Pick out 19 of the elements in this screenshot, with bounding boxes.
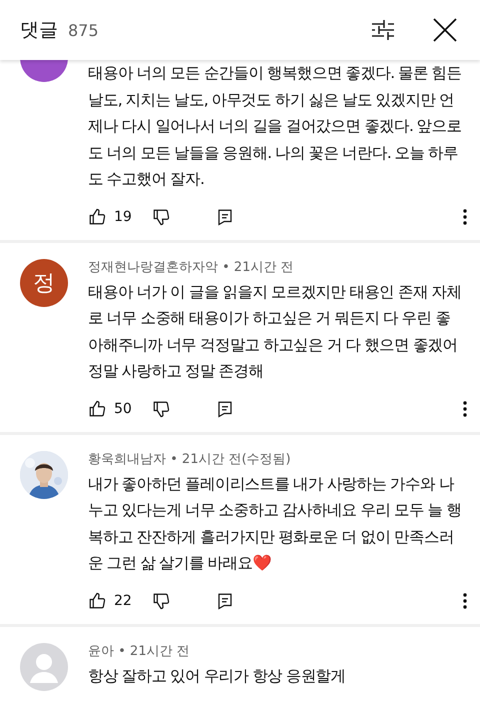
comment-meta: 윤아 • 21시간 전: [88, 642, 191, 660]
thumbs-up-icon: [88, 592, 106, 610]
comment-count: 875: [68, 20, 100, 40]
comment-meta: 황욱희내남자 • 21시간 전(수정됨): [88, 450, 292, 468]
like-button[interactable]: 19: [88, 208, 152, 226]
comment-text: 항상 잘하고 있어 우리가 항상 응원할게: [88, 666, 347, 686]
comment-text: 태용아 너의 모든 순간들이 행복했으면 좋겠다. 물론 힘든 날도, 지치는 날도, 아무것도 하기 싫은 날도 있겠지만 언제나 다시 일어나서 너의 길을 걸어갔으면 좋겠다. 앞으로도 너의 모든 날들을 응원해. 나의 꽃은 너란다. 오늘 하루도 수고했어 잘자.: [88, 63, 462, 190]
comment-meta: 정재현나랑결혼하자악 • 21시간 전: [88, 258, 295, 276]
more-icon[interactable]: [462, 592, 468, 610]
more-icon[interactable]: [462, 400, 468, 418]
comment-text: 내가 좋아하던 플레이리스트를 내가 사랑하는 가수와 나누고 있다는게 너무 소중하고 감사하네요 우리 모두 늘 행복하고 잔잔하게 흘러가지만 평화로운 더 없이 만족스러운 그런 삶 살기를 바래요❤: [88, 474, 462, 574]
like-button[interactable]: 50: [88, 400, 152, 418]
more-icon[interactable]: [462, 208, 468, 226]
avatar[interactable]: 정: [20, 258, 68, 306]
comment-text: 태용아 너가 이 글을 읽을지 모르겠지만 태용인 존재 자체로 너무 소중해 태용이가 하고싶은 거 뭐든지 다 우린 좋아해주니까 너무 걱정말고 하고싶은 거 다 했으면 좋겠어 정말 사랑하고 정말 존경해: [88, 282, 462, 382]
thumbs-up-icon: [88, 400, 106, 418]
thumbs-up-icon: [88, 208, 106, 226]
like-button[interactable]: 22: [88, 592, 152, 610]
panel-title: 댓글: [20, 18, 58, 43]
